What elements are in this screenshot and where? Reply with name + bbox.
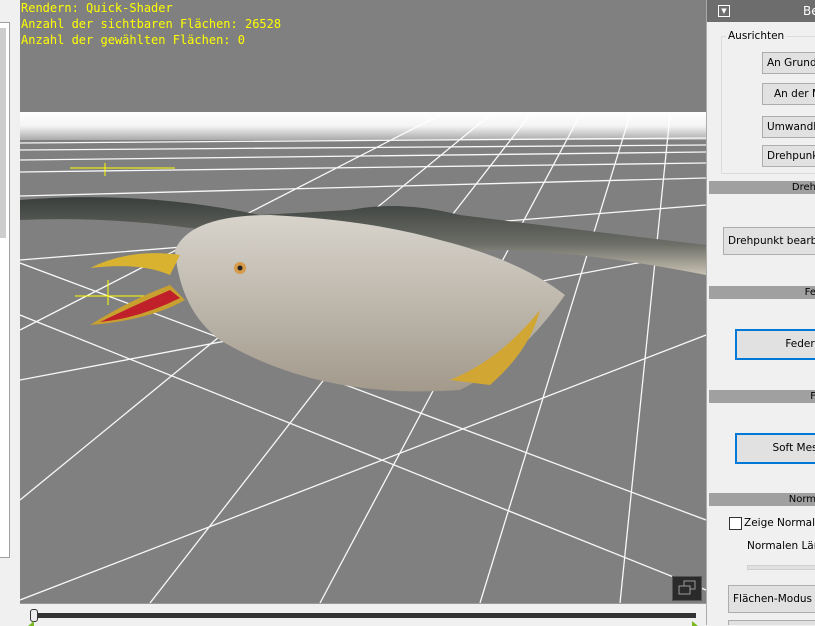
pivot-markers — [70, 163, 175, 305]
3d-viewport[interactable]: Rendern: Quick-Shader Anzahl der sichtba… — [20, 0, 706, 603]
normal-length-label: Normalen Läng — [747, 540, 815, 552]
pivot-section-header: Dreh — [709, 181, 815, 194]
pivot-button[interactable]: Drehpunkt — [762, 145, 815, 167]
properties-panel: ▼ Be Ausrichten An Grundfl An der M Umwan… — [706, 0, 815, 625]
feather-button[interactable]: Feder — [735, 329, 815, 360]
scene — [20, 112, 706, 603]
visible-faces-text: Anzahl der sichtbaren Flächen: 26528 — [21, 17, 282, 31]
transform-button[interactable]: Umwandlun — [762, 116, 815, 138]
panel-title: Be — [803, 4, 815, 18]
selected-faces-text: Anzahl der gewählten Flächen: 0 — [21, 33, 245, 47]
next-button[interactable] — [728, 620, 815, 625]
align-group-label: Ausrichten — [728, 30, 785, 42]
align-center-button[interactable]: An der M — [762, 83, 815, 105]
timeline[interactable] — [20, 603, 706, 626]
scrollbar[interactable] — [0, 28, 6, 238]
normals-section-header: Norm — [709, 493, 815, 506]
soft-section-header: F — [709, 390, 815, 403]
face-mode-button[interactable]: Flächen-Modus ur — [728, 585, 815, 613]
edit-pivot-button[interactable]: Drehpunkt bearbei — [723, 227, 815, 255]
show-normals-label: Zeige Normale — [744, 517, 815, 529]
collapse-icon[interactable]: ▼ — [718, 5, 730, 17]
feather-section-header: Fe — [709, 286, 815, 299]
left-panel — [0, 0, 21, 625]
align-ground-button[interactable]: An Grundfl — [762, 52, 815, 74]
start-marker-icon — [28, 621, 34, 626]
horizon-band — [20, 112, 706, 140]
soft-mesh-button[interactable]: Soft Mes — [735, 433, 815, 464]
timeline-track[interactable] — [32, 613, 696, 618]
seagull-model — [20, 197, 706, 392]
end-marker-icon — [692, 621, 698, 626]
normal-length-slider[interactable] — [747, 565, 815, 570]
show-normals-checkbox[interactable] — [729, 517, 742, 530]
render-mode-text: Rendern: Quick-Shader — [21, 1, 173, 15]
restore-window-icon[interactable] — [672, 576, 702, 601]
panel-header: ▼ Be — [707, 0, 815, 22]
